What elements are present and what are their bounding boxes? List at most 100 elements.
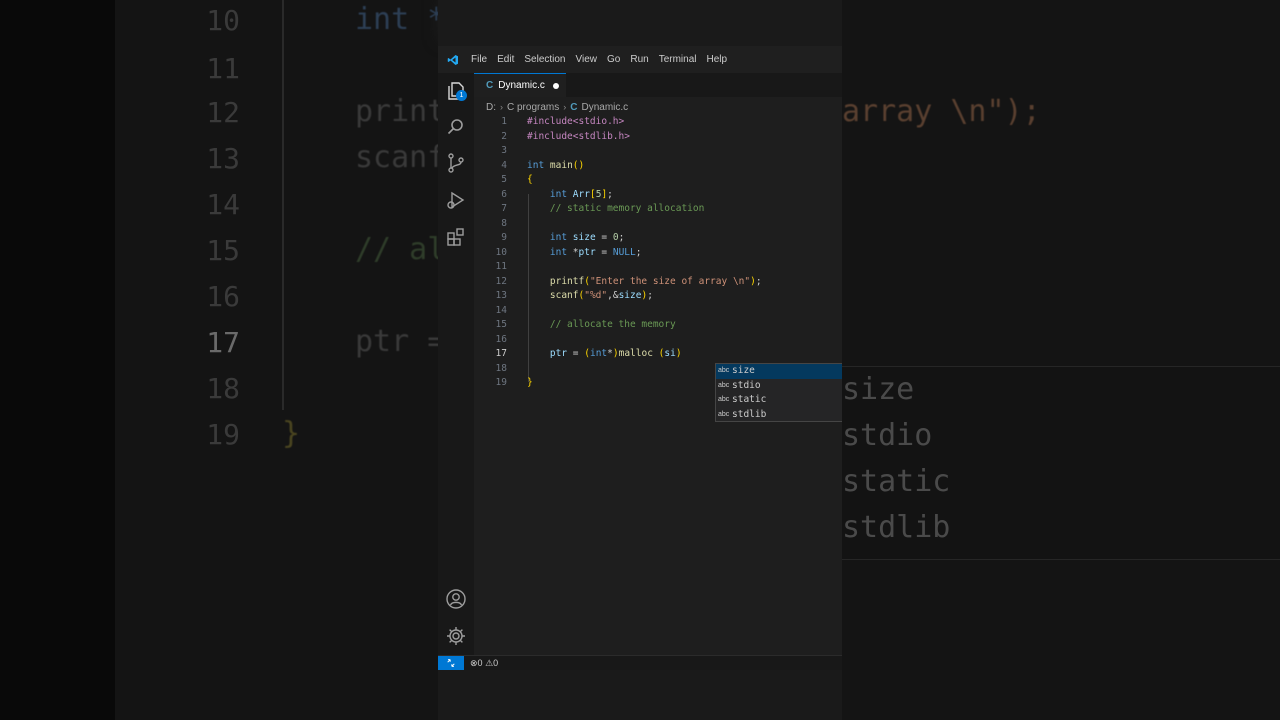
background-suggestion: stdio	[842, 418, 933, 453]
editor-tabs: C Dynamic.c	[474, 73, 842, 97]
unsaved-dot-icon[interactable]	[552, 82, 559, 89]
vscode-window: File Edit Selection View Go Run Terminal…	[438, 0, 842, 720]
code-text: #include<stdlib.h>	[527, 130, 630, 142]
activity-bar: 1	[438, 73, 474, 655]
code-line[interactable]: 2 #include<stdlib.h>	[474, 130, 842, 145]
code-line[interactable]: 7 // static memory allocation	[474, 202, 842, 217]
error-icon: ⊗	[470, 658, 478, 668]
c-file-icon: C	[570, 101, 578, 113]
warning-icon: ⚠	[485, 658, 494, 668]
code-line[interactable]: 6 int Arr[5];	[474, 188, 842, 203]
background-indent-guide	[282, 0, 284, 410]
background-suggestion: size	[842, 372, 915, 407]
code-text: ptr = (int*)malloc (si)	[549, 348, 682, 359]
menu-view[interactable]: View	[571, 46, 603, 73]
suggestion-item[interactable]: abc static	[716, 393, 842, 408]
line-number: 5	[501, 174, 507, 185]
menu-terminal[interactable]: Terminal	[654, 46, 702, 73]
tab-label: Dynamic.c	[498, 80, 545, 91]
background-code-fragment: int *	[355, 2, 446, 37]
problems-indicator[interactable]: ⊗0 ⚠0	[470, 656, 498, 671]
breadcrumb-drive[interactable]: D:	[486, 102, 496, 113]
line-number: 3	[501, 145, 507, 156]
background-line-number: 11	[206, 52, 240, 85]
line-number: 17	[495, 348, 507, 359]
code-line[interactable]: 11	[474, 260, 842, 275]
code-line[interactable]: 16	[474, 333, 842, 348]
background-code-fragment: // al	[355, 232, 446, 267]
code-line[interactable]: 10 int *ptr = NULL;	[474, 246, 842, 261]
code-line[interactable]: 14	[474, 304, 842, 319]
code-text: int *ptr = NULL;	[549, 246, 642, 258]
menu-run[interactable]: Run	[625, 46, 653, 73]
vscode-logo-icon	[440, 46, 466, 73]
background-code-fragment: scanf	[355, 140, 446, 175]
background-line-number: 14	[206, 188, 240, 221]
text-kind-icon: abc	[718, 381, 730, 389]
menu-go[interactable]: Go	[602, 46, 625, 73]
breadcrumb-folder[interactable]: C programs	[507, 102, 559, 113]
menu-edit[interactable]: Edit	[492, 46, 519, 73]
line-number: 11	[495, 261, 507, 272]
top-letterbox	[438, 0, 842, 46]
background-line-number: 18	[206, 372, 240, 405]
line-number: 2	[501, 130, 507, 142]
search-icon[interactable]	[444, 115, 468, 139]
line-number: 15	[495, 319, 507, 330]
breadcrumb-file[interactable]: Dynamic.c	[581, 102, 628, 113]
text-kind-icon: abc	[718, 396, 730, 403]
code-text: int Arr[5];	[549, 188, 613, 200]
line-number: 8	[501, 217, 507, 229]
menu-file[interactable]: File	[466, 46, 492, 73]
status-bar: ⊗0 ⚠0	[438, 655, 842, 671]
line-number: 7	[501, 203, 507, 214]
text-kind-icon: abc	[718, 410, 730, 418]
background-line-number: 15	[206, 234, 240, 267]
settings-gear-icon[interactable]	[444, 624, 468, 648]
chevron-right-icon: ›	[500, 102, 503, 112]
menu-selection[interactable]: Selection	[519, 46, 570, 73]
source-control-icon[interactable]	[444, 151, 468, 175]
line-number: 19	[495, 377, 507, 388]
suggestion-item[interactable]: abc stdlib	[716, 408, 842, 423]
suggest-widget: abc size abc stdio abc static abc stdlib	[715, 363, 842, 422]
text-kind-icon: abc	[718, 367, 730, 374]
code-line[interactable]: 3	[474, 144, 842, 159]
code-line[interactable]: 9 int size = 0;	[474, 231, 842, 246]
code-line[interactable]: 17 ptr = (int*)malloc (si)	[474, 347, 842, 362]
line-number: 1	[501, 116, 507, 127]
breadcrumb: D: › C programs › C Dynamic.c	[486, 99, 628, 115]
remote-icon[interactable]	[438, 656, 464, 671]
suggestion-item[interactable]: abc stdio	[716, 379, 842, 394]
code-line[interactable]: 4 int main()	[474, 159, 842, 174]
code-line[interactable]: 1 #include<stdio.h>	[474, 115, 842, 130]
code-text: // allocate the memory	[549, 319, 676, 330]
background-line-number: 12	[206, 96, 240, 129]
code-line[interactable]: 12 printf("Enter the size of array \n");	[474, 275, 842, 290]
line-number: 13	[495, 290, 507, 301]
line-number: 9	[501, 232, 507, 243]
code-text: }	[527, 377, 533, 388]
code-editor[interactable]: 1 #include<stdio.h> 2 #include<stdlib.h> 3 4 i…	[474, 115, 842, 655]
suggestion-label: stdlib	[732, 408, 767, 420]
background-line-number: 19	[206, 418, 240, 451]
background-line-number: 13	[206, 142, 240, 175]
background-code-fragment: ptr =	[355, 324, 446, 359]
tab-dynamic-c[interactable]: C Dynamic.c	[474, 73, 566, 97]
code-text: // static memory allocation	[549, 203, 705, 214]
suggestion-item[interactable]: abc size	[716, 364, 842, 379]
code-line[interactable]: 8	[474, 217, 842, 232]
code-line[interactable]: 15 // allocate the memory	[474, 318, 842, 333]
code-line[interactable]: 5{	[474, 173, 842, 188]
code-text: {	[527, 174, 533, 185]
account-icon[interactable]	[444, 587, 468, 611]
background-line-number: 16	[206, 280, 240, 313]
menu-help[interactable]: Help	[702, 46, 733, 73]
background-suggestion: stdlib	[842, 510, 951, 545]
code-line[interactable]: 13 scanf("%d",&size);	[474, 289, 842, 304]
extensions-icon[interactable]	[444, 225, 468, 249]
run-debug-icon[interactable]	[444, 188, 468, 212]
code-text: printf("Enter the size of array \n");	[549, 275, 762, 287]
code-text: int main()	[527, 159, 585, 171]
background-code-fragment: }	[282, 416, 301, 451]
